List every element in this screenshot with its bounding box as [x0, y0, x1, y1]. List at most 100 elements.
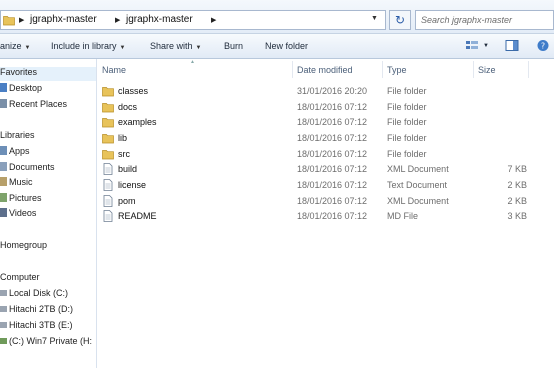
file-row[interactable]: docs 18/01/2016 07:12 File folder: [97, 99, 554, 115]
search-input[interactable]: Search jgraphx-master: [415, 10, 554, 30]
file-row[interactable]: classes 31/01/2016 20:20 File folder: [97, 83, 554, 99]
address-bar: ▶ jgraphx-master ▶ jgraphx-master ▶ ▼ ↻ …: [0, 0, 554, 34]
file-row[interactable]: pom 18/01/2016 07:12 XML Document 2 KB: [97, 193, 554, 209]
drive-icon: [0, 306, 7, 312]
address-box[interactable]: ▶ jgraphx-master ▶ jgraphx-master ▶ ▼: [0, 10, 386, 30]
file-size: 2 KB: [507, 196, 527, 206]
file-size: 3 KB: [507, 211, 527, 221]
nav-libraries[interactable]: Libraries: [0, 130, 96, 144]
file-type: Text Document: [387, 180, 448, 190]
folder-icon: [102, 134, 114, 144]
file-name: lib: [118, 133, 128, 143]
nav-desktop[interactable]: Desktop: [0, 83, 96, 97]
file-name: src: [118, 149, 130, 159]
folder-icon: [102, 118, 114, 128]
column-divider[interactable]: [473, 61, 474, 78]
help-icon[interactable]: ?: [536, 39, 550, 52]
nav-videos[interactable]: Videos: [0, 208, 96, 222]
view-options-icon[interactable]: [465, 39, 479, 52]
folder-icon: [3, 16, 15, 26]
address-dropdown-icon[interactable]: ▼: [371, 15, 378, 22]
document-icon: [103, 163, 113, 175]
file-size: 2 KB: [507, 180, 527, 190]
nav-hitachi-e[interactable]: Hitachi 3TB (E:): [0, 320, 96, 334]
organize-button[interactable]: anize ▼: [0, 41, 30, 51]
file-row[interactable]: lib 18/01/2016 07:12 File folder: [97, 130, 554, 146]
document-icon: [103, 210, 113, 222]
column-type-header[interactable]: Type: [387, 65, 407, 75]
pictures-icon: [0, 193, 7, 202]
column-headers: ▲ Name Date modified Type Size: [97, 59, 554, 78]
breadcrumb-item[interactable]: jgraphx-master: [126, 14, 193, 25]
documents-icon: [0, 162, 7, 171]
column-divider[interactable]: [528, 61, 529, 78]
file-name: license: [118, 180, 147, 190]
folder-icon: [102, 150, 114, 160]
folder-icon: [102, 87, 114, 97]
nav-homegroup[interactable]: Homegroup: [0, 240, 96, 254]
file-type: XML Document: [387, 164, 449, 174]
nav-pictures[interactable]: Pictures: [0, 193, 96, 207]
chevron-down-icon: ▼: [119, 45, 126, 51]
nav-favorites[interactable]: Favorites: [0, 67, 96, 81]
column-divider[interactable]: [292, 61, 293, 78]
document-icon: [103, 179, 113, 191]
file-name: classes: [118, 86, 149, 96]
file-date-modified: 18/01/2016 07:12: [297, 180, 368, 190]
nav-hitachi-d[interactable]: Hitachi 2TB (D:): [0, 304, 96, 318]
nav-music[interactable]: Music: [0, 177, 96, 191]
breadcrumb-item[interactable]: jgraphx-master: [30, 14, 97, 25]
file-type: MD File: [387, 211, 418, 221]
recent-places-icon: [0, 99, 7, 108]
document-icon: [103, 195, 113, 207]
column-date-header[interactable]: Date modified: [297, 65, 353, 75]
file-name: build: [118, 164, 138, 174]
file-type: File folder: [387, 86, 427, 96]
library-icon: [0, 146, 7, 155]
burn-button[interactable]: Burn: [224, 41, 243, 51]
file-type: XML Document: [387, 196, 449, 206]
refresh-button[interactable]: ↻: [389, 10, 411, 30]
sort-indicator-icon: ▲: [190, 59, 195, 65]
file-date-modified: 18/01/2016 07:12: [297, 164, 368, 174]
file-date-modified: 18/01/2016 07:12: [297, 196, 368, 206]
file-date-modified: 18/01/2016 07:12: [297, 211, 368, 221]
file-date-modified: 18/01/2016 07:12: [297, 133, 368, 143]
column-size-header[interactable]: Size: [478, 65, 496, 75]
file-row[interactable]: license 18/01/2016 07:12 Text Document 2 KB: [97, 177, 554, 193]
file-name: README: [118, 211, 157, 221]
column-name-header[interactable]: Name: [102, 65, 126, 75]
file-row[interactable]: README 18/01/2016 07:12 MD File 3 KB: [97, 208, 554, 224]
search-placeholder: Search jgraphx-master: [421, 15, 513, 25]
breadcrumb-chevron-icon[interactable]: ▶: [115, 16, 120, 24]
folder-icon: [102, 103, 114, 113]
include-in-library-button[interactable]: Include in library ▼: [51, 41, 125, 51]
view-dropdown-icon[interactable]: ▼: [483, 43, 489, 49]
videos-icon: [0, 208, 7, 217]
nav-apps[interactable]: Apps: [0, 146, 96, 160]
file-row[interactable]: src 18/01/2016 07:12 File folder: [97, 146, 554, 162]
music-icon: [0, 177, 7, 186]
nav-computer[interactable]: Computer: [0, 272, 96, 286]
drive-icon: [0, 322, 7, 328]
file-row[interactable]: examples 18/01/2016 07:12 File folder: [97, 114, 554, 130]
file-row[interactable]: build 18/01/2016 07:12 XML Document 7 KB: [97, 161, 554, 177]
breadcrumb-chevron-icon[interactable]: ▶: [211, 16, 216, 24]
desktop-icon: [0, 83, 7, 92]
nav-recent-places[interactable]: Recent Places: [0, 99, 96, 113]
nav-local-disk[interactable]: Local Disk (C:): [0, 288, 96, 302]
file-type: File folder: [387, 117, 427, 127]
file-date-modified: 18/01/2016 07:12: [297, 102, 368, 112]
nav-documents[interactable]: Documents: [0, 162, 96, 176]
column-divider[interactable]: [382, 61, 383, 78]
nav-win7-private[interactable]: (C:) Win7 Private (H:: [0, 336, 96, 350]
svg-text:?: ?: [541, 42, 545, 51]
new-folder-button[interactable]: New folder: [265, 41, 308, 51]
file-name: docs: [118, 102, 138, 112]
command-toolbar: anize ▼ Include in library ▼ Share with ▼ B…: [0, 34, 554, 59]
drive-icon: [0, 290, 7, 296]
breadcrumb-chevron-icon[interactable]: ▶: [19, 16, 24, 24]
preview-pane-icon[interactable]: [505, 39, 519, 52]
share-with-button[interactable]: Share with ▼: [150, 41, 201, 51]
file-date-modified: 31/01/2016 20:20: [297, 86, 368, 96]
